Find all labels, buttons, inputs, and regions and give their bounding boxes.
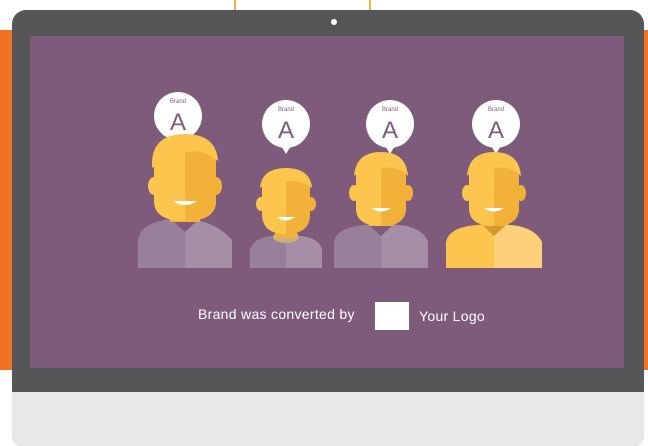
person-3: Brand A (334, 100, 428, 268)
caption-text: Brand was converted by (198, 306, 355, 322)
person-2: Brand A (250, 100, 322, 268)
person-4: Brand A (446, 100, 542, 268)
bubble-4-small-label: Brand (488, 107, 504, 113)
bubble-2-small-label: Brand (278, 107, 294, 113)
laptop-base (12, 392, 644, 446)
screen: Brand A Brand A Brand A Brand A Brand wa… (30, 36, 624, 368)
bubble-4-letter: A (488, 117, 504, 144)
logo-label: Your Logo (419, 308, 486, 324)
bubble-1-letter: A (170, 109, 186, 136)
logo-placeholder (375, 302, 409, 330)
laptop-frame: Brand A Brand A Brand A Brand A Brand wa… (12, 10, 644, 446)
bubble-3-small-label: Brand (382, 107, 398, 113)
speech-bubble-3: Brand A (366, 100, 414, 154)
speech-bubble-2: Brand A (262, 100, 310, 154)
person-1: Brand A (138, 92, 232, 268)
bubble-2-letter: A (278, 117, 294, 144)
bubble-1-small-label: Brand (170, 99, 186, 105)
bubble-3-letter: A (382, 117, 398, 144)
speech-bubble-4: Brand A (472, 100, 520, 154)
camera-icon (331, 19, 337, 25)
